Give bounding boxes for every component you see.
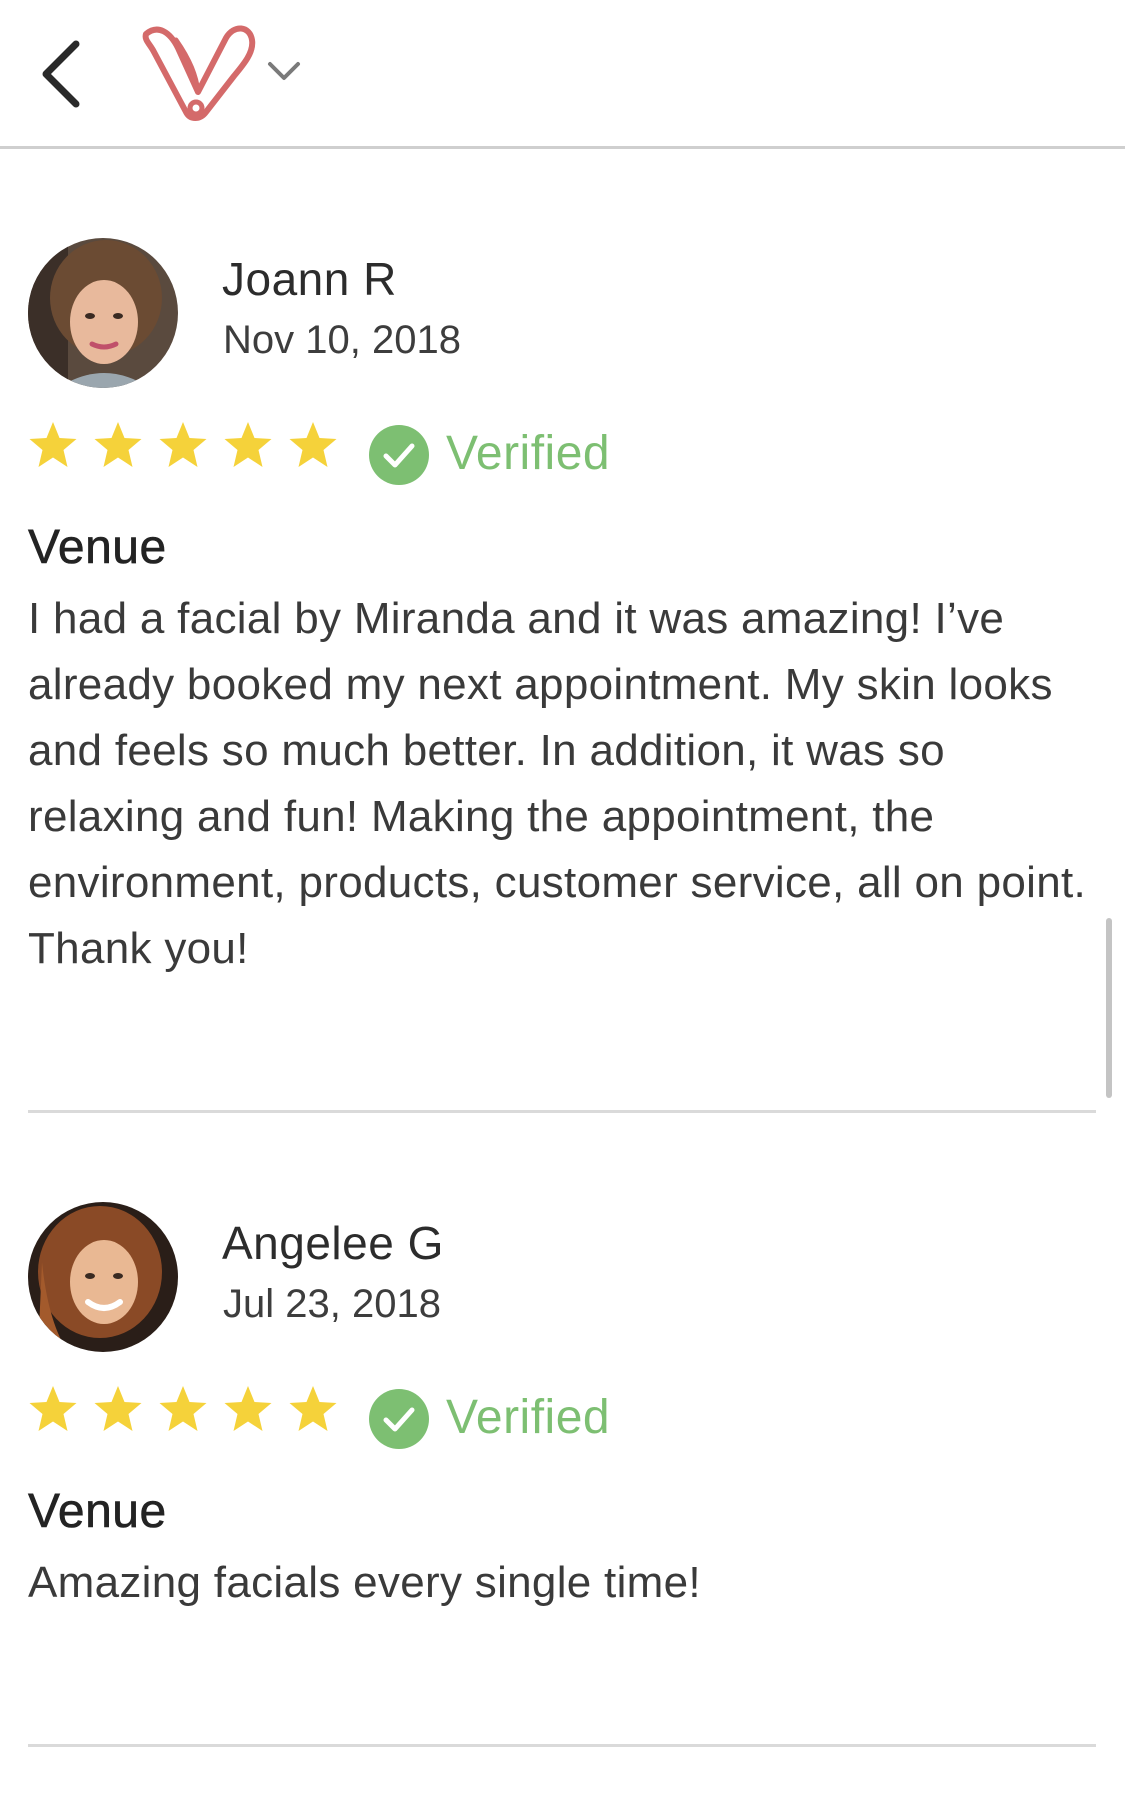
scrollbar[interactable]	[1106, 918, 1112, 1098]
review-text: Amazing facials every single time!	[28, 1558, 701, 1607]
star-icon	[94, 1386, 142, 1431]
star-rating	[28, 1384, 338, 1444]
brand-menu-toggle[interactable]	[264, 56, 304, 86]
chevron-down-icon	[268, 62, 300, 80]
verified-label: Verified	[446, 1391, 611, 1444]
avatar-photo	[28, 1202, 178, 1352]
verified-check-icon	[369, 1389, 429, 1449]
reviewer-name: Angelee G	[222, 1217, 444, 1269]
back-button[interactable]	[36, 36, 96, 112]
star-icon	[289, 1386, 337, 1431]
app-header	[0, 0, 1125, 149]
review-text: I had a facial by Miranda and it was ama…	[28, 594, 1087, 973]
verified-check-icon	[369, 425, 429, 485]
star-icon	[224, 422, 272, 467]
brand-v-logo-icon	[142, 25, 256, 121]
brand-logo[interactable]	[140, 20, 258, 126]
verified-label: Verified	[446, 427, 611, 480]
avatar-photo	[28, 238, 178, 388]
review-date: Nov 10, 2018	[223, 318, 461, 362]
star-icon	[29, 1386, 77, 1431]
star-icon	[94, 422, 142, 467]
star-icon	[159, 422, 207, 467]
chevron-left-icon	[42, 40, 80, 108]
star-icon	[159, 1386, 207, 1431]
review-date: Jul 23, 2018	[223, 1282, 441, 1326]
star-icon	[289, 422, 337, 467]
star-rating	[28, 420, 338, 480]
review-divider	[28, 1110, 1096, 1113]
star-icon	[224, 1386, 272, 1431]
review-divider	[28, 1744, 1096, 1747]
avatar	[28, 1202, 178, 1352]
reviewer-name: Joann R	[222, 253, 397, 305]
star-icon	[29, 422, 77, 467]
avatar	[28, 238, 178, 388]
review-category: Venue	[28, 521, 167, 575]
review-category: Venue	[28, 1485, 167, 1539]
